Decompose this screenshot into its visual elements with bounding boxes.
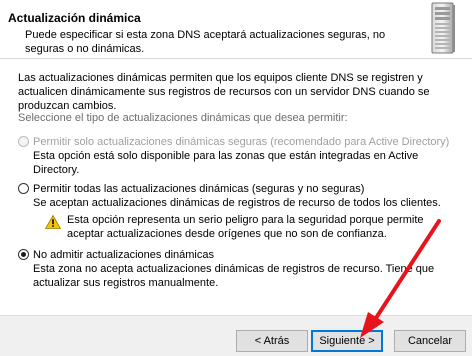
cancel-button[interactable]: Cancelar (394, 330, 466, 352)
option-all-updates-label[interactable]: Permitir todas las actualizaciones dinám… (33, 182, 364, 196)
warning-text: Esta opción representa un serio peligro … (67, 214, 424, 240)
server-tower-icon (431, 2, 455, 54)
option-all-updates-description: Se aceptan actualizaciones dinámicas de … (33, 197, 441, 209)
back-button[interactable]: < Atrás (236, 330, 308, 352)
selection-prompt: Seleccione el tipo de actualizaciones di… (18, 112, 348, 124)
radio-secure-only[interactable] (18, 136, 29, 147)
option-secure-only-label: Permitir solo actualizaciones dinámicas … (33, 136, 450, 148)
radio-no-updates[interactable] (18, 249, 29, 260)
intro-text: Las actualizaciones dinámicas permiten q… (18, 72, 430, 112)
radio-all-updates[interactable] (18, 183, 29, 194)
wizard-header: Actualización dinámica Puede especificar… (0, 0, 472, 59)
option-no-updates-label[interactable]: No admitir actualizaciones dinámicas (33, 248, 214, 262)
next-button[interactable]: Siguiente > (311, 330, 383, 352)
wizard-content: Las actualizaciones dinámicas permiten q… (0, 59, 472, 315)
page-subtitle: Puede especificar si esta zona DNS acept… (25, 29, 386, 55)
warning-icon (45, 215, 61, 229)
option-no-updates-description: Esta zona no acepta actualizaciones diná… (33, 263, 435, 289)
page-title: Actualización dinámica (8, 11, 141, 25)
wizard-footer: < Atrás Siguiente > Cancelar (0, 315, 472, 356)
option-secure-only-description: Esta opción está solo disponible para la… (33, 150, 419, 176)
